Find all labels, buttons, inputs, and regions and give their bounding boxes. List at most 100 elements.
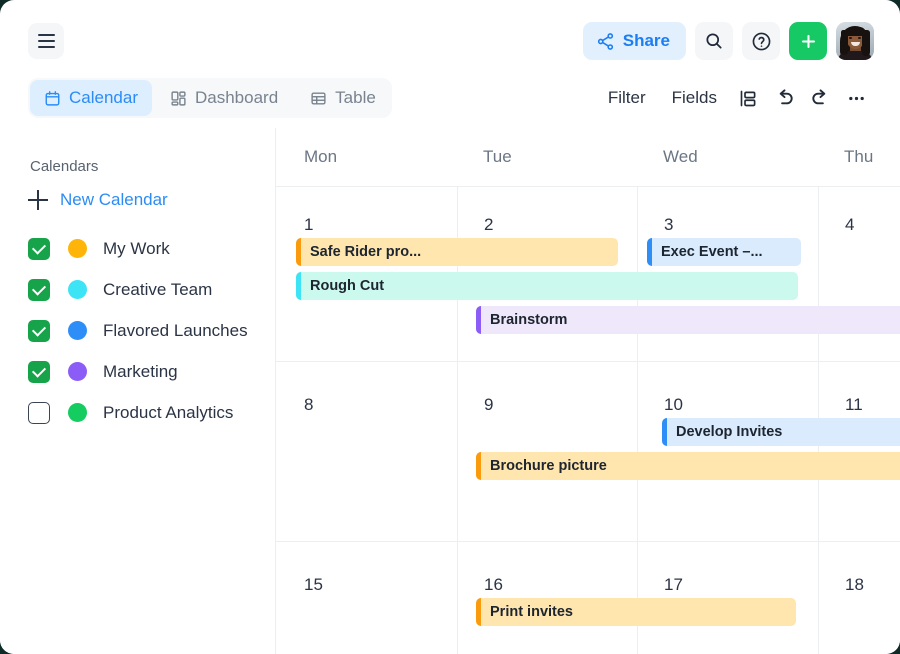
redo-arrow-icon [811,88,825,104]
share-button-label: Share [622,31,670,50]
event-title: Brochure picture [490,458,607,474]
undo-arrow-icon [779,88,793,104]
day-number[interactable]: 2 [484,215,493,235]
grid-column-divider [637,187,638,654]
dashboard-grid-icon [171,90,186,106]
day-number[interactable]: 17 [664,575,683,595]
top-bar: Share [0,0,900,70]
calendar-label: Creative Team [103,279,213,299]
day-number[interactable]: 8 [304,395,313,415]
table-icon [311,91,326,105]
calendar-event[interactable]: Brochure picture [476,452,900,480]
event-color-stripe [647,238,652,266]
question-circle-icon [752,32,770,50]
search-icon [706,33,722,49]
event-color-stripe [476,452,481,480]
day-number[interactable]: 3 [664,215,673,235]
event-color-stripe [296,272,301,300]
tab-table[interactable]: Table [296,80,390,116]
calendar-color-dot [68,362,87,381]
calendar-event[interactable]: Safe Rider pro... [296,238,618,266]
calendar-checkbox[interactable] [28,401,50,424]
dayname-tue: Tue [483,147,512,166]
sidebar-heading: Calendars [30,158,99,175]
sidebar-item-my-work[interactable]: My Work [28,228,268,269]
calendar-view: Mon Tue Wed Thu 1 2 3 4 8 9 10 11 15 16 … [275,128,900,654]
tab-dashboard[interactable]: Dashboard [156,80,292,116]
more-options-button[interactable] [838,80,874,116]
calendar-checkbox[interactable] [28,278,50,301]
calendar-color-dot [68,321,87,340]
filter-button[interactable]: Filter [595,88,659,108]
dayname-wed: Wed [663,147,698,166]
day-number[interactable]: 10 [664,395,683,415]
dayname-mon: Mon [304,147,338,166]
avatar[interactable] [836,22,874,60]
top-bar-actions: Share [582,22,874,60]
calendar-event[interactable]: Develop Invites [662,418,900,446]
day-number[interactable]: 16 [484,575,503,595]
event-title: Print invites [490,604,573,620]
event-title: Rough Cut [310,278,385,294]
calendar-list: My Work Creative Team Flavored Launches … [28,228,268,433]
grid-row-divider [276,541,900,542]
grid-row-divider [276,361,900,362]
calendar-day-header: Mon Tue Wed Thu [276,128,900,187]
event-title: Safe Rider pro... [310,244,422,260]
event-color-stripe [296,238,301,266]
view-tabs: Calendar Dashboard Table [28,78,392,118]
tab-table-label: Table [335,88,376,107]
view-tab-row: Calendar Dashboard Table Filter Fields [0,70,900,128]
undo-button[interactable] [766,80,802,116]
ellipsis-icon [848,96,864,100]
sidebar-item-product-analytics[interactable]: Product Analytics [28,392,268,433]
new-calendar-label: New Calendar [60,190,168,209]
calendar-icon [45,90,60,106]
day-number[interactable]: 15 [304,575,323,595]
tab-calendar-label: Calendar [69,88,138,107]
calendar-checkbox[interactable] [28,319,50,342]
day-number[interactable]: 11 [845,395,863,415]
calendar-event[interactable]: Exec Event –... [647,238,801,266]
calendar-label: Marketing [103,361,178,381]
calendar-event[interactable]: Brainstorm [476,306,900,334]
calendar-checkbox[interactable] [28,237,50,260]
calendar-checkbox[interactable] [28,360,50,383]
event-title: Brainstorm [490,312,568,328]
sidebar-item-flavored-launches[interactable]: Flavored Launches [28,310,268,351]
calendar-grid: 1 2 3 4 8 9 10 11 15 16 17 18 Safe Rider… [276,187,900,654]
calendar-event[interactable]: Print invites [476,598,796,626]
calendar-label: Flavored Launches [103,320,248,340]
view-toolbar: Filter Fields [595,78,874,118]
tab-calendar[interactable]: Calendar [30,80,152,116]
help-button[interactable] [742,22,780,60]
group-rows-icon [740,90,755,106]
event-title: Exec Event –... [661,244,763,260]
hamburger-icon [37,32,55,50]
event-color-stripe [476,306,481,334]
day-number[interactable]: 18 [845,575,864,595]
calendar-color-dot [68,403,87,422]
event-color-stripe [476,598,481,626]
share-button[interactable]: Share [582,22,686,60]
hamburger-menu-button[interactable] [28,23,64,59]
redo-button[interactable] [802,80,838,116]
share-nodes-icon [597,32,613,50]
calendar-event[interactable]: Rough Cut [296,272,798,300]
new-calendar-button[interactable]: New Calendar [28,190,168,210]
group-rows-button[interactable] [730,80,766,116]
app-window: Share Calendar Dashboard Table Filter Fi… [0,0,900,654]
day-number[interactable]: 4 [845,215,854,235]
plus-icon [28,190,48,210]
sidebar-item-marketing[interactable]: Marketing [28,351,268,392]
fields-button[interactable]: Fields [659,88,730,108]
event-title: Develop Invites [676,424,783,440]
plus-icon [801,34,815,48]
sidebar-item-creative-team[interactable]: Creative Team [28,269,268,310]
search-button[interactable] [695,22,733,60]
calendar-color-dot [68,239,87,258]
sidebar: Calendars New Calendar My Work Creative … [0,128,275,654]
day-number[interactable]: 9 [484,395,493,415]
day-number[interactable]: 1 [304,215,313,235]
add-button[interactable] [789,22,827,60]
